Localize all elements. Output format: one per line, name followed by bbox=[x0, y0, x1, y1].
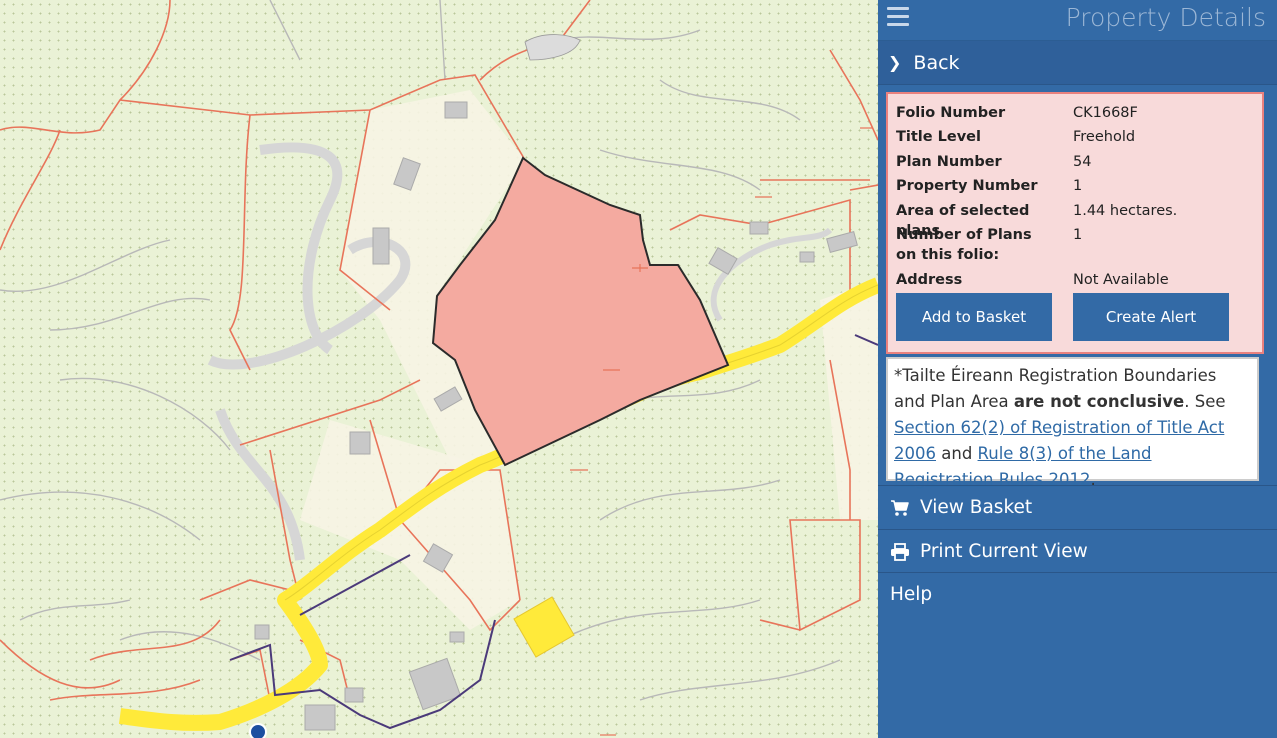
detail-value: 1 bbox=[1073, 178, 1083, 194]
disclaimer-notice: *Tailte Éireann Registration Boundaries … bbox=[886, 357, 1259, 489]
notice-bold-text: are not conclusive bbox=[1013, 392, 1185, 411]
add-to-basket-button[interactable]: Add to Basket bbox=[896, 293, 1052, 341]
detail-value: 1 bbox=[1073, 227, 1083, 243]
create-alert-button[interactable]: Create Alert bbox=[1073, 293, 1229, 341]
notice-text: . See bbox=[1184, 392, 1226, 411]
map-canvas[interactable] bbox=[0, 0, 878, 738]
detail-label: Folio Number bbox=[896, 105, 1006, 121]
shopping-cart-icon bbox=[890, 499, 910, 517]
print-label: Print Current View bbox=[920, 541, 1088, 562]
rock-area bbox=[524, 34, 581, 61]
panel-header: Property Details bbox=[878, 0, 1277, 41]
detail-label: Title Level bbox=[896, 129, 981, 145]
help-button[interactable]: Help bbox=[878, 572, 1277, 616]
view-basket-button[interactable]: View Basket bbox=[878, 485, 1277, 529]
yellow-plot bbox=[513, 596, 575, 658]
detail-value: Freehold bbox=[1073, 129, 1136, 145]
property-details-panel: Property Details ❯ Back Folio Number CK1… bbox=[878, 0, 1277, 738]
back-button[interactable]: ❯ Back bbox=[878, 41, 1277, 85]
detail-value: 1.44 hectares. bbox=[1073, 203, 1178, 219]
notice-text: and bbox=[936, 444, 978, 463]
back-label: Back bbox=[913, 51, 960, 74]
detail-value: CK1668F bbox=[1073, 105, 1138, 121]
detail-label: Number of Plans on this folio: bbox=[896, 227, 1032, 263]
printer-icon bbox=[890, 542, 910, 561]
help-label: Help bbox=[890, 584, 933, 605]
page-title: Property Details bbox=[1065, 3, 1266, 32]
detail-value: Not Available bbox=[1073, 272, 1169, 288]
detail-label: Property Number bbox=[896, 178, 1038, 194]
property-details-card: Folio Number CK1668F Title Level Freehol… bbox=[886, 92, 1264, 354]
map-view[interactable] bbox=[0, 0, 878, 738]
track bbox=[710, 227, 833, 322]
chevron-right-icon: ❯ bbox=[888, 53, 902, 72]
view-basket-label: View Basket bbox=[920, 497, 1033, 518]
map-pin-icon[interactable] bbox=[249, 723, 267, 738]
detail-label: Plan Number bbox=[896, 154, 1002, 170]
hamburger-icon[interactable] bbox=[887, 7, 909, 29]
print-current-view-button[interactable]: Print Current View bbox=[878, 529, 1277, 573]
detail-label: Address bbox=[896, 272, 963, 288]
detail-value: 54 bbox=[1073, 154, 1092, 170]
